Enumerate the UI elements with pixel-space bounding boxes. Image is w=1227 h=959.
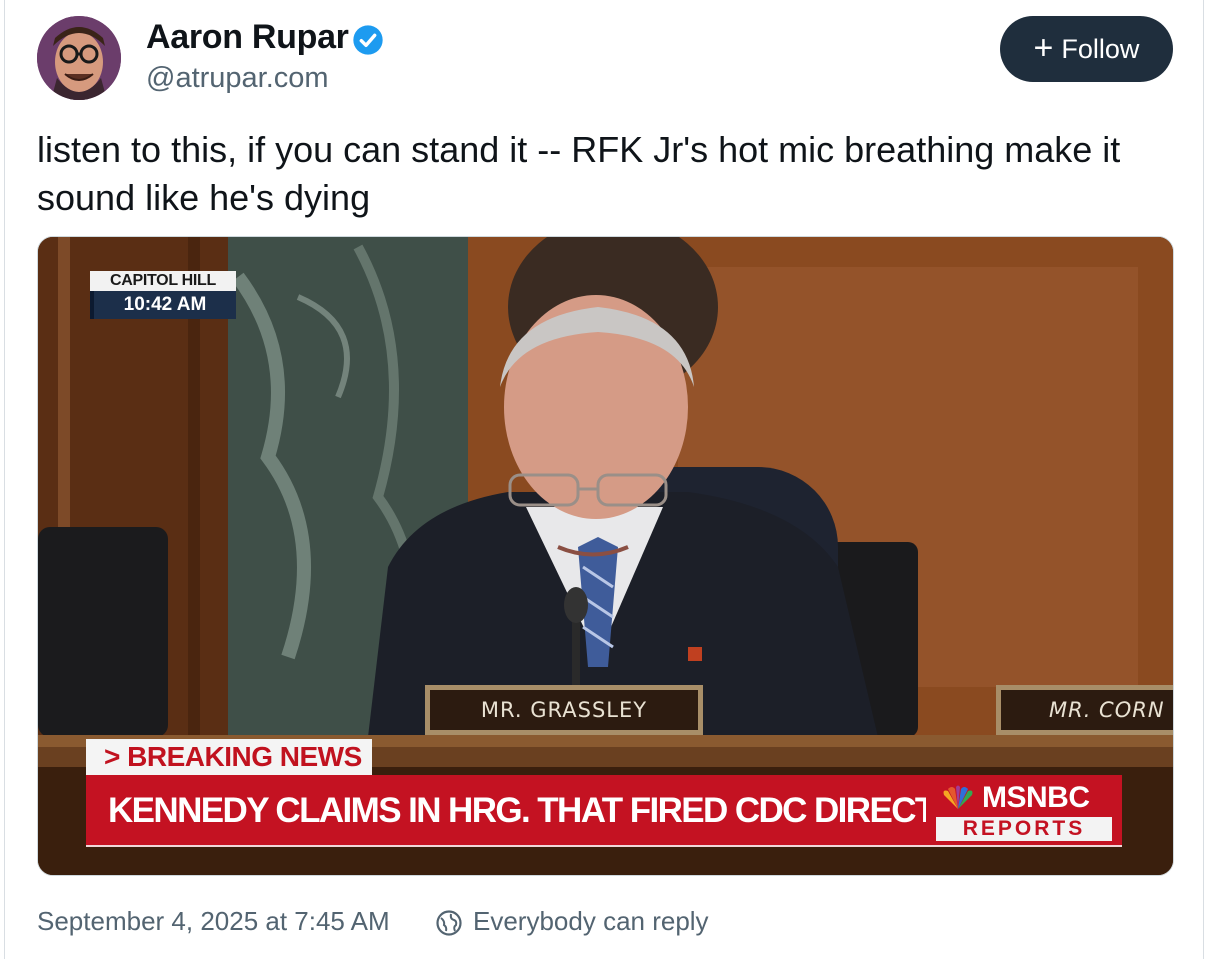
avatar-image [37,16,121,100]
plus-icon: + [1033,28,1054,67]
breaking-news-label: > BREAKING NEWS [86,739,372,775]
avatar[interactable] [37,16,121,100]
time-label: 10:42 AM [90,291,236,319]
news-headline: KENNEDY CLAIMS IN HRG. THAT FIRED CDC DI… [86,775,926,847]
globe-icon [436,910,462,936]
location-label: CAPITOL HILL [90,271,236,291]
author-handle[interactable]: @atrupar.com [146,62,329,95]
verified-badge-icon [353,25,383,55]
location-bug: CAPITOL HILL 10:42 AM [90,271,236,319]
nameplate-grassley: MR. GRASSLEY [425,685,703,735]
post-timestamp[interactable]: September 4, 2025 at 7:45 AM [37,906,390,937]
video-player[interactable]: CAPITOL HILL 10:42 AM MR. GRASSLEY MR. C… [37,236,1174,876]
follow-label: Follow [1061,33,1140,64]
follow-button[interactable]: + Follow [1000,16,1173,82]
network-name: MSNBC [982,781,1090,814]
author-name[interactable]: Aaron Rupar [146,18,349,57]
reply-setting: Everybody can reply [473,906,709,936]
peacock-icon [943,785,973,809]
network-logo: MSNBC REPORTS [926,775,1122,847]
network-sub: REPORTS [936,817,1112,841]
nameplate-cornyn: MR. CORN [996,685,1173,735]
post-text: listen to this, if you can stand it -- R… [37,129,1121,218]
